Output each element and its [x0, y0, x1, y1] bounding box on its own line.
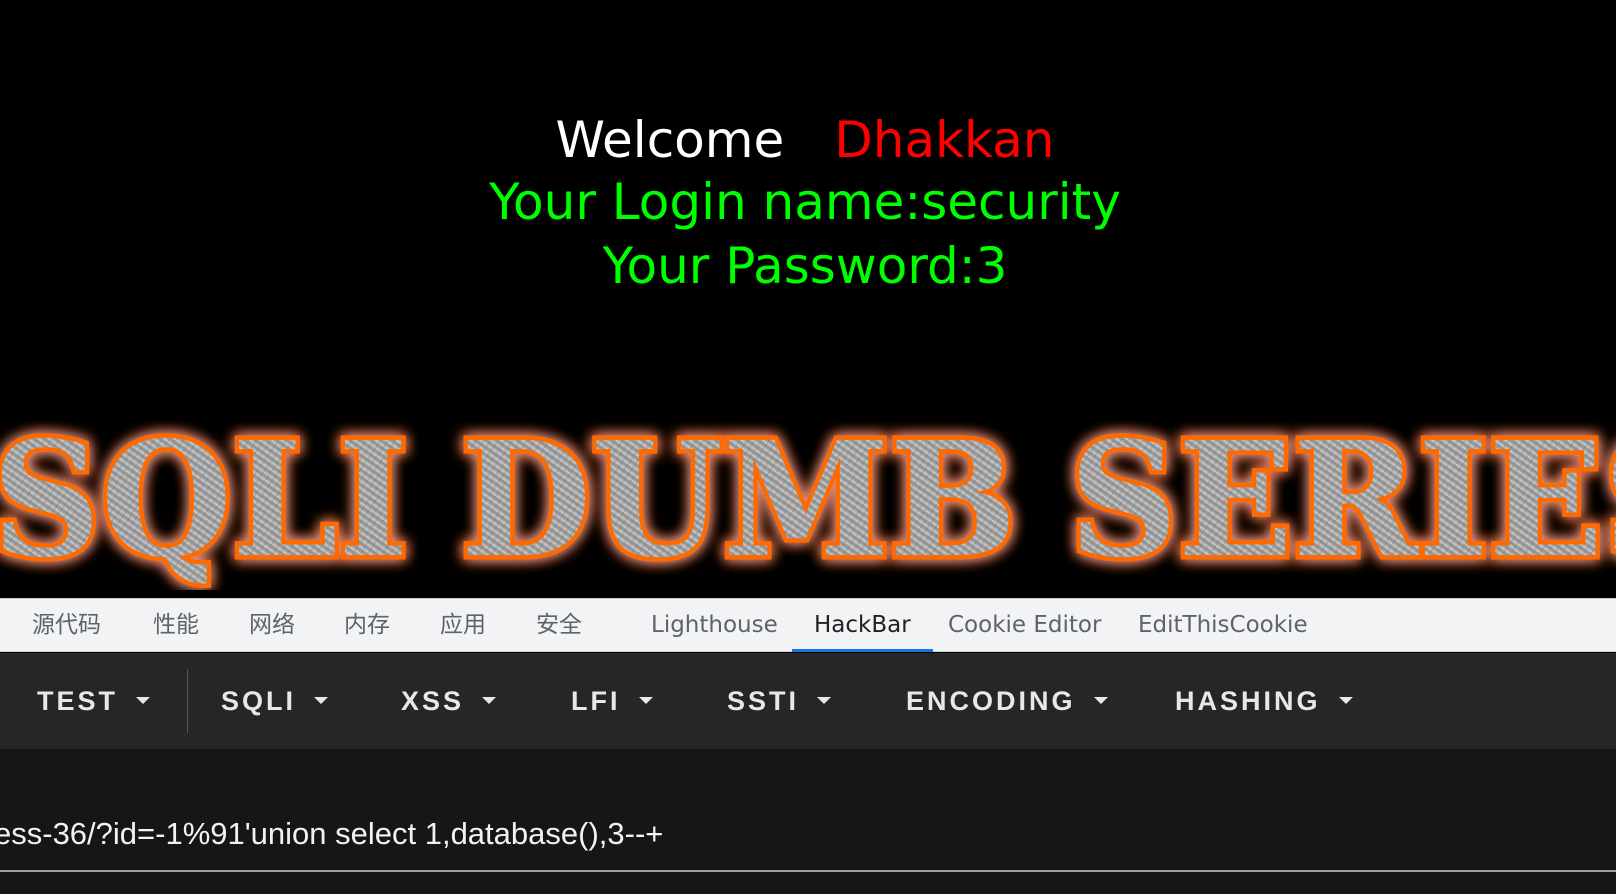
webpage-content: Welcome Dhakkan Your Login name:security …: [0, 0, 1616, 598]
caret-down-icon: [638, 697, 653, 705]
banner-text: SQLI DUMB SERIES: [0, 420, 1616, 590]
encoding-menu-button[interactable]: ENCODING: [906, 653, 1108, 749]
tab-performance[interactable]: 性能: [153, 599, 199, 651]
hashing-menu-button[interactable]: HASHING: [1175, 653, 1353, 749]
sqli-menu-button[interactable]: SQLI: [221, 653, 329, 749]
menu-divider: [187, 669, 188, 733]
url-underline: [0, 870, 1616, 872]
ssti-menu-button[interactable]: SSTI: [727, 653, 832, 749]
tab-application[interactable]: 应用: [440, 599, 486, 651]
ssti-menu-label: SSTI: [727, 686, 800, 716]
tab-memory[interactable]: 内存: [344, 599, 390, 651]
caret-down-icon: [1093, 697, 1108, 705]
caret-down-icon: [314, 697, 329, 705]
caret-down-icon: [136, 697, 151, 705]
tab-hackbar[interactable]: HackBar: [792, 599, 933, 652]
sqli-dumb-series-banner: SQLI DUMB SERIES: [0, 420, 1616, 590]
tab-sources[interactable]: 源代码: [32, 599, 101, 651]
caret-down-icon: [817, 697, 832, 705]
hackbar-url-area: [0, 749, 1616, 894]
tab-lighthouse[interactable]: Lighthouse: [651, 599, 778, 651]
user-name: Dhakkan: [834, 111, 1055, 169]
xss-menu-button[interactable]: XSS: [401, 653, 497, 749]
devtools-tab-bar: 源代码 性能 网络 内存 应用 安全 Lighthouse HackBar Co…: [0, 598, 1616, 652]
test-menu-button[interactable]: TEST: [37, 653, 151, 749]
caret-down-icon: [482, 697, 497, 705]
hackbar-menu-bar: TEST SQLI XSS LFI SSTI ENCODING HASHING: [0, 653, 1616, 749]
lfi-menu-button[interactable]: LFI: [571, 653, 653, 749]
caret-down-icon: [1338, 697, 1353, 705]
encoding-menu-label: ENCODING: [906, 686, 1076, 716]
tab-network[interactable]: 网络: [249, 599, 295, 651]
lfi-menu-label: LFI: [571, 686, 621, 716]
test-menu-label: TEST: [37, 686, 119, 716]
sqli-menu-label: SQLI: [221, 686, 297, 716]
welcome-line: Welcome Dhakkan: [0, 108, 1616, 172]
tab-cookie-editor[interactable]: Cookie Editor: [948, 599, 1101, 651]
welcome-label: Welcome: [555, 111, 785, 169]
tab-editthiscookie[interactable]: EditThisCookie: [1138, 599, 1308, 651]
hashing-menu-label: HASHING: [1175, 686, 1321, 716]
login-name-line: Your Login name:security: [489, 173, 1121, 231]
tab-security[interactable]: 安全: [536, 599, 582, 651]
url-input[interactable]: [0, 809, 1616, 859]
xss-menu-label: XSS: [401, 686, 465, 716]
password-line: Your Password:3: [602, 237, 1008, 295]
